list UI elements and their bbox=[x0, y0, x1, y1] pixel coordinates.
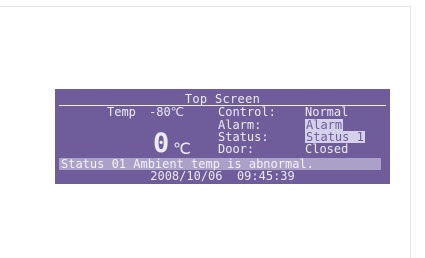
control-label: Control: bbox=[218, 105, 276, 119]
temp-label: Temp bbox=[107, 105, 136, 119]
temp-setpoint: -80℃ bbox=[149, 105, 185, 119]
screen-title: Top Screen bbox=[184, 92, 261, 106]
top-divider bbox=[0, 6, 410, 7]
time-text: 09:45:39 bbox=[236, 169, 295, 183]
datetime-row: 2008/10/06 09:45:39 bbox=[55, 170, 390, 182]
control-value: Normal bbox=[305, 105, 349, 119]
door-label: Door: bbox=[218, 142, 255, 156]
door-value: Closed bbox=[305, 142, 349, 156]
lcd-panel: Top Screen Temp -80℃ 0 ℃ Control: Normal… bbox=[55, 89, 390, 184]
right-divider bbox=[410, 6, 411, 258]
page: Top Screen Temp -80℃ 0 ℃ Control: Normal… bbox=[0, 0, 425, 258]
current-temp-value: 0 bbox=[153, 128, 170, 159]
current-temp-unit: ℃ bbox=[173, 139, 191, 158]
date-text: 2008/10/06 bbox=[150, 169, 223, 183]
